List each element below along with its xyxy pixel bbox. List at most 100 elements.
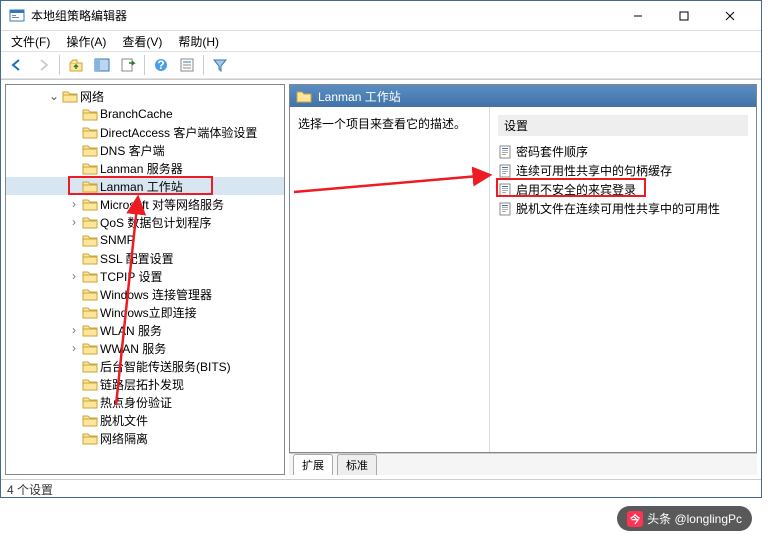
folder-icon: [82, 143, 98, 157]
tree-item[interactable]: SSL 配置设置: [6, 249, 284, 267]
tree-item[interactable]: SNMP: [6, 231, 284, 249]
setting-item[interactable]: 连续可用性共享中的句柄缓存: [498, 161, 748, 180]
tree-item[interactable]: BranchCache: [6, 105, 284, 123]
policy-icon: [498, 164, 512, 178]
tree-item[interactable]: DirectAccess 客户端体验设置: [6, 123, 284, 141]
expand-icon[interactable]: ›: [68, 323, 80, 337]
tree-item-label: TCPIP 设置: [100, 268, 162, 285]
tree-item[interactable]: ›WLAN 服务: [6, 321, 284, 339]
expand-icon: [68, 287, 80, 301]
properties-button[interactable]: [175, 53, 199, 77]
tree-item-label: Windows 连接管理器: [100, 286, 212, 303]
tree-item[interactable]: 链路层拓扑发现: [6, 375, 284, 393]
tree-item-label: Lanman 工作站: [100, 178, 183, 195]
menu-help[interactable]: 帮助(H): [172, 32, 225, 51]
expand-icon: [68, 359, 80, 373]
folder-icon: [82, 323, 98, 337]
folder-icon: [82, 107, 98, 121]
expand-icon: [68, 395, 80, 409]
forward-button[interactable]: [31, 53, 55, 77]
expand-icon[interactable]: ›: [68, 197, 80, 211]
maximize-button[interactable]: [661, 1, 707, 31]
tree-item[interactable]: DNS 客户端: [6, 141, 284, 159]
details-pane: Lanman 工作站 选择一个项目来查看它的描述。 设置 密码套件顺序连续可用性…: [289, 84, 757, 453]
back-button[interactable]: [5, 53, 29, 77]
expand-icon: [68, 161, 80, 175]
tree-item[interactable]: › TCPIP 设置: [6, 267, 284, 285]
tree-item-label: SNMP: [100, 233, 135, 247]
tree-item[interactable]: 脱机文件: [6, 411, 284, 429]
folder-icon: [82, 161, 98, 175]
tree-item[interactable]: ›QoS 数据包计划程序: [6, 213, 284, 231]
minimize-button[interactable]: [615, 1, 661, 31]
folder-icon: [82, 413, 98, 427]
expand-icon: [68, 143, 80, 157]
menu-action[interactable]: 操作(A): [60, 32, 112, 51]
tree-item-label: DNS 客户端: [100, 142, 165, 159]
expand-icon[interactable]: ›: [68, 341, 80, 355]
tree-item[interactable]: 后台智能传送服务(BITS): [6, 357, 284, 375]
folder-icon: [82, 287, 98, 301]
up-button[interactable]: [64, 53, 88, 77]
tree-item[interactable]: Windows 连接管理器: [6, 285, 284, 303]
folder-icon: [82, 215, 98, 229]
tree-parent-network[interactable]: ⌄网络: [6, 87, 284, 105]
separator: [144, 55, 145, 75]
tree-item[interactable]: › WWAN 服务: [6, 339, 284, 357]
toolbar: ?: [1, 51, 761, 79]
settings-list: 密码套件顺序连续可用性共享中的句柄缓存启用不安全的来宾登录脱机文件在连续可用性共…: [498, 142, 748, 218]
expand-icon[interactable]: ›: [68, 269, 80, 283]
titlebar[interactable]: 本地组策略编辑器: [1, 1, 761, 31]
tree-item[interactable]: Windows立即连接: [6, 303, 284, 321]
tab-standard[interactable]: 标准: [337, 454, 377, 475]
tree-pane[interactable]: ⌄网络 BranchCache DirectAccess 客户端体验设置 DNS…: [5, 84, 285, 475]
statusbar-text: 4 个设置: [7, 481, 53, 498]
watermark: 今 头条 @longlingPc: [617, 506, 752, 531]
expand-icon: [68, 431, 80, 445]
policy-icon: [498, 202, 512, 216]
folder-icon: [82, 125, 98, 139]
folder-icon: [82, 305, 98, 319]
help-button[interactable]: ?: [149, 53, 173, 77]
folder-icon: [82, 341, 98, 355]
menu-file[interactable]: 文件(F): [5, 32, 56, 51]
folder-icon: [82, 197, 98, 211]
setting-item[interactable]: 密码套件顺序: [498, 142, 748, 161]
tabs: 扩展 标准: [289, 453, 757, 475]
statusbar: 4 个设置: [1, 479, 761, 499]
folder-icon: [82, 251, 98, 265]
settings-column: 设置 密码套件顺序连续可用性共享中的句柄缓存启用不安全的来宾登录脱机文件在连续可…: [490, 107, 756, 452]
expand-icon: [68, 305, 80, 319]
tab-extended[interactable]: 扩展: [293, 454, 333, 475]
folder-icon: [82, 359, 98, 373]
show-hide-tree-button[interactable]: [90, 53, 114, 77]
folder-icon: [82, 233, 98, 247]
policy-icon: [498, 145, 512, 159]
tree-item[interactable]: ›Microsoft 对等网络服务: [6, 195, 284, 213]
setting-item[interactable]: 脱机文件在连续可用性共享中的可用性: [498, 199, 748, 218]
tree-item[interactable]: 网络隔离: [6, 429, 284, 447]
tree-item-label: BranchCache: [100, 107, 173, 121]
filter-button[interactable]: [208, 53, 232, 77]
tree-item[interactable]: Lanman 服务器: [6, 159, 284, 177]
tree-item[interactable]: Lanman 工作站: [6, 177, 284, 195]
collapse-icon[interactable]: ⌄: [48, 89, 60, 103]
separator: [59, 55, 60, 75]
tree-item-label: Windows立即连接: [100, 304, 197, 321]
settings-header[interactable]: 设置: [498, 115, 748, 136]
tree-item-label: 网络隔离: [100, 430, 148, 447]
setting-item[interactable]: 启用不安全的来宾登录: [498, 180, 748, 199]
tree-item-label: 热点身份验证: [100, 394, 172, 411]
menu-view[interactable]: 查看(V): [116, 32, 168, 51]
folder-icon: [82, 377, 98, 391]
tree-item[interactable]: 热点身份验证: [6, 393, 284, 411]
details-header: Lanman 工作站: [290, 85, 756, 107]
tree: ⌄网络 BranchCache DirectAccess 客户端体验设置 DNS…: [6, 85, 284, 449]
tree-item-label: WWAN 服务: [100, 340, 166, 357]
close-button[interactable]: [707, 1, 753, 31]
tree-item-label: Lanman 服务器: [100, 160, 183, 177]
setting-label: 脱机文件在连续可用性共享中的可用性: [516, 200, 720, 217]
expand-icon: [68, 251, 80, 265]
expand-icon[interactable]: ›: [68, 215, 80, 229]
export-button[interactable]: [116, 53, 140, 77]
